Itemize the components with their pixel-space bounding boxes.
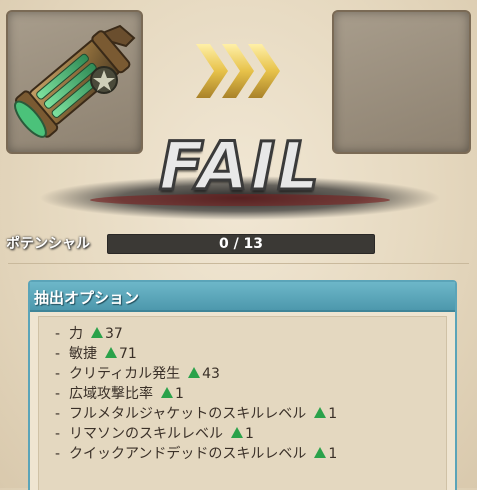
option-prefix: - [55, 346, 61, 362]
potential-bar: 0 / 13 [107, 234, 375, 254]
option-prefix: - [55, 326, 61, 342]
options-header: 抽出オプション [30, 282, 455, 312]
potential-row: ポテンシャル 0 / 13 [0, 232, 477, 254]
result-banner: FAIL [40, 110, 440, 240]
potential-value: 0 / 13 [218, 236, 264, 252]
up-triangle-icon [160, 387, 173, 398]
options-list: - 力 37 - 敏捷 71 - クリティカル発生 43 - 広域攻撃比率 1 - フル… [38, 316, 447, 490]
up-triangle-icon [90, 327, 103, 338]
option-prefix: - [55, 446, 61, 462]
up-triangle-icon [230, 427, 243, 438]
option-name: リマソンのスキルレベル [68, 426, 223, 442]
extracted-options-panel: 抽出オプション - 力 37 - 敏捷 71 - クリティカル発生 43 - 広域攻撃… [28, 280, 457, 490]
up-triangle-icon [188, 367, 201, 378]
option-item: - クリティカル発生 43 [55, 363, 220, 383]
chevron-arrows-icon [196, 44, 280, 98]
option-prefix: - [55, 426, 61, 442]
options-title: 抽出オプション [34, 289, 140, 307]
up-triangle-icon [104, 347, 117, 358]
option-value: 71 [118, 346, 137, 362]
option-name: 敏捷 [68, 346, 97, 362]
option-name: 力 [68, 326, 83, 342]
potential-label: ポテンシャル [6, 236, 90, 252]
option-prefix: - [55, 406, 61, 422]
option-prefix: - [55, 386, 61, 402]
option-item: - 力 37 [55, 323, 123, 343]
option-item: - クイックアンドデッドのスキルレベル 1 [55, 443, 337, 463]
option-item: - 敏捷 71 [55, 343, 137, 363]
option-value: 37 [104, 326, 123, 342]
option-name: クイックアンドデッドのスキルレベル [68, 446, 307, 462]
option-name: クリティカル発生 [68, 366, 181, 382]
option-item: - リマソンのスキルレベル 1 [55, 423, 254, 443]
option-item: - 広域攻撃比率 1 [55, 383, 184, 403]
option-value: 1 [328, 406, 338, 422]
fail-text: FAIL [157, 127, 322, 207]
up-triangle-icon [314, 447, 327, 458]
option-name: 広域攻撃比率 [68, 386, 153, 402]
option-value: 1 [244, 426, 254, 442]
option-value: 1 [328, 446, 338, 462]
option-value: 43 [202, 366, 220, 382]
option-name: フルメタルジャケットのスキルレベル [68, 406, 307, 422]
option-prefix: - [55, 366, 61, 382]
option-value: 1 [174, 386, 184, 402]
option-item: - フルメタルジャケットのスキルレベル 1 [55, 403, 337, 423]
up-triangle-icon [314, 407, 327, 418]
divider [8, 263, 469, 264]
